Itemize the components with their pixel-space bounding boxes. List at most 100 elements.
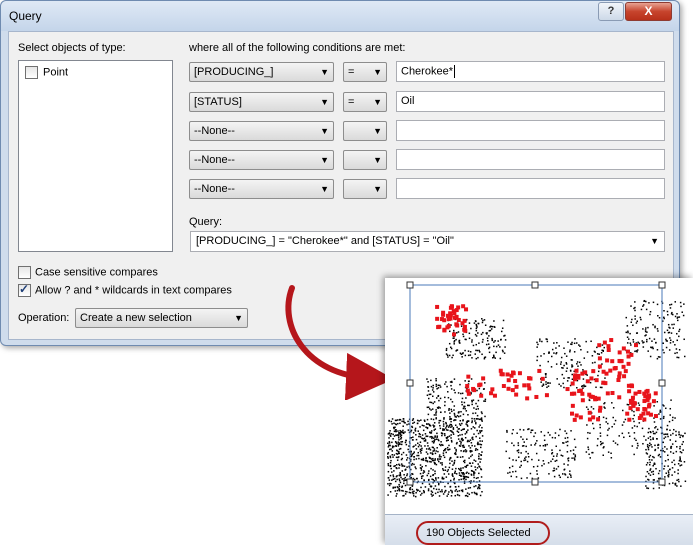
field-select-5[interactable]: --None-- ▼: [189, 179, 334, 199]
resize-handle[interactable]: [406, 281, 414, 289]
well-point: [558, 474, 560, 477]
operator-select-5[interactable]: ▼: [343, 179, 387, 199]
well-point: [432, 469, 434, 471]
operator-select-4[interactable]: ▼: [343, 150, 387, 170]
well-point: [539, 364, 541, 367]
resize-handle[interactable]: [658, 281, 666, 289]
well-point: [443, 433, 446, 435]
case-sensitive-option[interactable]: Case sensitive compares: [18, 266, 158, 279]
close-button[interactable]: X: [625, 2, 672, 21]
case-sensitive-checkbox[interactable]: [18, 266, 31, 279]
well-point: [406, 459, 408, 461]
chevron-down-icon[interactable]: ▼: [650, 236, 659, 246]
resize-handle[interactable]: [531, 281, 539, 289]
well-point: [648, 427, 650, 430]
list-item-point[interactable]: Point: [25, 66, 68, 79]
field-select-4[interactable]: --None-- ▼: [189, 150, 334, 170]
well-point: [390, 467, 392, 470]
resize-handle[interactable]: [658, 478, 666, 486]
value-field-3[interactable]: [396, 120, 665, 141]
well-point: [471, 341, 473, 343]
well-point: [506, 431, 508, 433]
well-point: [414, 466, 417, 468]
well-point: [682, 314, 685, 317]
well-point: [677, 463, 680, 465]
well-point: [648, 458, 651, 461]
field-select-1[interactable]: [PRODUCING_] ▼: [189, 62, 334, 82]
help-button[interactable]: ?: [598, 2, 624, 21]
value-field-4[interactable]: [396, 149, 665, 170]
query-expression-field[interactable]: [PRODUCING_] = "Cherokee*" and [STATUS] …: [190, 231, 665, 252]
well-point: [445, 440, 448, 442]
well-point: [478, 484, 480, 486]
value-field-1[interactable]: Cherokee*: [396, 61, 665, 82]
well-point: [465, 488, 467, 490]
well-point: [444, 411, 446, 413]
map-view[interactable]: 190 Objects Selected: [385, 278, 693, 545]
operation-select[interactable]: Create a new selection ▼: [75, 308, 248, 328]
field-select-3[interactable]: --None-- ▼: [189, 121, 334, 141]
well-point: [463, 482, 466, 484]
map-canvas[interactable]: [385, 278, 693, 514]
chevron-down-icon: ▼: [373, 126, 382, 136]
well-point: [433, 422, 436, 424]
selected-point: [565, 387, 570, 392]
well-point: [391, 450, 394, 452]
well-point: [440, 441, 442, 443]
selected-point: [440, 317, 445, 322]
well-point: [563, 463, 565, 465]
well-point: [667, 465, 669, 467]
well-point: [471, 462, 474, 464]
well-point: [436, 388, 438, 390]
operator-select-2[interactable]: = ▼: [343, 92, 387, 112]
well-point: [467, 350, 470, 352]
well-point: [396, 463, 398, 466]
well-point: [464, 349, 466, 352]
wildcards-option[interactable]: Allow ? and * wildcards in text compares: [18, 282, 232, 297]
well-point: [663, 415, 665, 418]
well-point: [553, 467, 555, 470]
well-point: [432, 424, 434, 426]
well-point: [398, 478, 401, 480]
well-point: [430, 401, 433, 404]
resize-handle[interactable]: [406, 478, 414, 486]
operator-select-3[interactable]: ▼: [343, 121, 387, 141]
well-point: [569, 450, 572, 452]
selected-point: [610, 359, 615, 364]
wildcards-checkbox[interactable]: [18, 282, 31, 297]
well-point: [672, 416, 674, 419]
selection-count-status: 190 Objects Selected: [426, 527, 531, 539]
well-point: [632, 338, 634, 341]
well-point: [558, 383, 560, 386]
well-point: [429, 452, 432, 454]
value-field-2[interactable]: Oil: [396, 91, 665, 112]
well-point: [421, 482, 424, 485]
resize-handle[interactable]: [531, 478, 539, 486]
title-bar[interactable]: Query ? X: [1, 1, 679, 31]
well-point: [652, 437, 654, 439]
well-point: [419, 472, 422, 475]
resize-handle[interactable]: [658, 379, 666, 387]
well-point: [525, 450, 527, 453]
operator-select-1[interactable]: = ▼: [343, 62, 387, 82]
well-point: [657, 315, 659, 317]
well-point: [461, 401, 463, 403]
well-point: [457, 392, 460, 394]
well-point: [570, 430, 572, 432]
dialog-title: Query: [9, 9, 42, 23]
point-checkbox[interactable]: [25, 66, 38, 79]
well-point: [648, 472, 650, 475]
selected-point: [514, 384, 519, 389]
object-type-list[interactable]: Point: [18, 60, 173, 252]
well-point: [449, 462, 451, 465]
resize-handle[interactable]: [406, 379, 414, 387]
well-point: [473, 491, 476, 494]
well-point: [437, 491, 439, 494]
field-select-2[interactable]: [STATUS] ▼: [189, 92, 334, 112]
selected-point: [606, 348, 611, 353]
well-point: [417, 445, 420, 448]
well-point: [655, 342, 657, 344]
chevron-down-icon: ▼: [373, 67, 382, 77]
value-field-2-text: Oil: [401, 95, 415, 107]
value-field-5[interactable]: [396, 178, 665, 199]
